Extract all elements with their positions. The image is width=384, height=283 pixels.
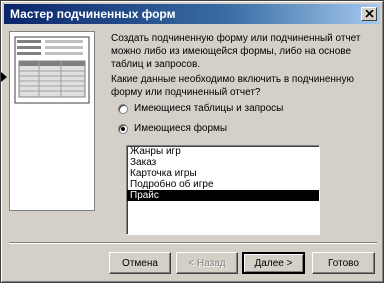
finish-button[interactable]: Готово (312, 252, 375, 274)
list-item[interactable]: Заказ (127, 157, 319, 168)
list-item-selected[interactable]: Прайс (127, 190, 319, 201)
option-label: Имеющиеся таблицы и запросы (134, 103, 284, 114)
next-button[interactable]: Далее > (242, 252, 305, 274)
close-icon (365, 10, 374, 18)
subform-preview-illustration (9, 31, 95, 211)
subform-wizard-window: Мастер подчиненных форм Создать подчинен… (0, 0, 384, 283)
cancel-button[interactable]: Отмена (109, 252, 171, 274)
forms-listbox[interactable]: Жанры игр Заказ Карточка игры Подробно о… (126, 145, 320, 235)
option-existing-forms[interactable]: Имеющиеся формы (118, 123, 227, 134)
title-bar[interactable]: Мастер подчиненных форм (4, 4, 380, 24)
divider (9, 242, 377, 244)
window-title: Мастер подчиненных форм (10, 7, 176, 21)
option-tables-queries[interactable]: Имеющиеся таблицы и запросы (118, 103, 283, 114)
wizard-description: Создать подчиненную форму или подчиненны… (111, 33, 361, 70)
list-item[interactable]: Жанры игр (127, 146, 319, 157)
option-label: Имеющиеся формы (134, 123, 228, 134)
list-item[interactable]: Карточка игры (127, 168, 319, 179)
wizard-question: Какие данные необходимо включить в подчи… (111, 74, 354, 98)
radio-button-icon[interactable] (118, 103, 128, 114)
radio-button-checked-icon[interactable] (118, 123, 128, 134)
list-item[interactable]: Подробно об игре (127, 179, 319, 190)
close-button[interactable] (361, 7, 377, 21)
pointer-arrow-icon (1, 69, 7, 87)
back-button[interactable]: < Назад (176, 252, 238, 274)
